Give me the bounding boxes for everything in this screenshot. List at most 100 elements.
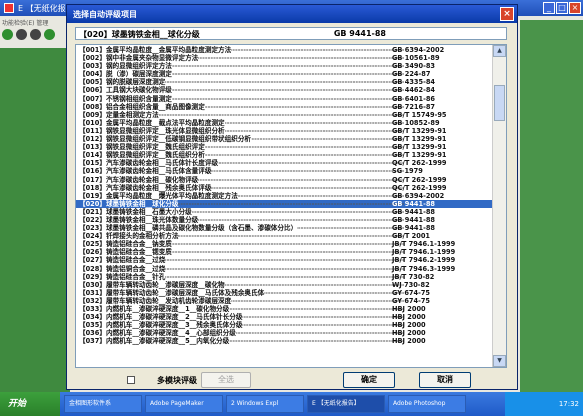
multi-select-checkbox[interactable] (127, 376, 135, 384)
item-standard: GY 674-75 (392, 288, 431, 297)
window-controls: _ □ × (543, 2, 581, 14)
scroll-down-icon[interactable]: ▼ (493, 355, 506, 367)
list-item[interactable]: ----------------------------------------… (76, 264, 494, 273)
item-label: 【022】球墨铸铁金相__珠光体数量分级 (79, 215, 199, 224)
task-item[interactable]: 2 Windows Expl (226, 395, 304, 413)
item-label: 【031】履带车辆转动齿轮__渗碳层深度__马氏体及残余奥氏体 (79, 288, 265, 297)
select-all-button[interactable]: 全选 (201, 372, 251, 388)
ok-button[interactable]: 确定 (343, 372, 395, 388)
task-item[interactable]: 金相图形软件系 (64, 395, 142, 413)
minimize-button[interactable]: _ (543, 2, 555, 14)
scroll-up-icon[interactable]: ▲ (493, 45, 506, 57)
list-item[interactable]: ----------------------------------------… (76, 305, 494, 313)
item-standard: GB 224-87 (392, 70, 431, 79)
list-item[interactable]: ----------------------------------------… (76, 126, 494, 135)
item-standard: HBJ 2000 (392, 321, 426, 330)
item-standard: WJ 730-82 (392, 280, 430, 289)
list-item[interactable]: ----------------------------------------… (76, 175, 494, 184)
item-standard: QC/T 262-1999 (392, 175, 447, 184)
item-label: 【029】铸造铝硅合金__针孔 (79, 272, 166, 281)
item-label: 【009】定量金相测定方法 (79, 110, 159, 119)
item-standard: JB/T 7946.1-1999 (392, 248, 456, 257)
item-label: 【024】钎焊接头的金相分析方法 (79, 232, 179, 241)
image-area-left (0, 48, 70, 392)
record-icon[interactable] (16, 28, 27, 40)
list-items: ----------------------------------------… (76, 46, 494, 346)
list-item[interactable]: ----------------------------------------… (76, 296, 494, 305)
stop-icon[interactable] (30, 28, 41, 40)
list-item[interactable]: ----------------------------------------… (76, 313, 494, 322)
item-label: 【037】内燃机车__渗碳淬硬深度__5__内氧化分级 (79, 337, 230, 346)
list-item[interactable]: ----------------------------------------… (76, 337, 494, 346)
item-label: 【032】履带车辆转动齿轮__发动机齿轮渗碳层深度 (79, 296, 232, 305)
capture-icon[interactable] (44, 28, 55, 40)
list-item[interactable]: ----------------------------------------… (76, 86, 494, 95)
item-standard: GB 4335-84 (392, 78, 435, 87)
item-standard: JB/T 7946.1-1999 (392, 240, 456, 249)
list-item[interactable]: ----------------------------------------… (76, 224, 494, 233)
scroll-thumb[interactable] (494, 85, 505, 121)
item-label: 【017】汽车渗碳齿轮金相__碳化物评级 (79, 175, 199, 184)
list-item[interactable]: ----------------------------------------… (76, 118, 494, 127)
list-item[interactable]: ----------------------------------------… (76, 191, 494, 200)
task-item[interactable]: Adobe PageMaker (145, 395, 223, 413)
item-standard: GB/T 13299-91 (392, 126, 447, 135)
forward-icon[interactable] (2, 28, 13, 40)
list-item[interactable]: ----------------------------------------… (76, 143, 494, 152)
item-label: 【020】球墨铸铁金相__球化分级 (79, 199, 179, 208)
dialog-titlebar: 选择自动评级项目 × (67, 5, 517, 23)
maximize-button[interactable]: □ (556, 2, 568, 14)
item-standard: GB/T 2001 (392, 232, 430, 241)
item-standard: GB 6394-2002 (392, 46, 445, 54)
item-standard: GB 9441-88 (392, 224, 435, 233)
dialog-footer: 多模块评级 全选 确定 取消 (103, 372, 511, 388)
list-item[interactable]: ----------------------------------------… (76, 102, 494, 111)
item-standard: HBJ 2000 (392, 305, 426, 313)
list-scrollbar[interactable]: ▲ ▼ (492, 45, 506, 367)
item-standard: GB/T 13299-91 (392, 135, 447, 144)
selected-item-display: 【020】球墨铸铁金相__球化分级 GB 9441-88 (75, 27, 507, 40)
rating-item-list[interactable]: ----------------------------------------… (75, 44, 507, 368)
list-item[interactable]: ----------------------------------------… (76, 183, 494, 192)
list-item[interactable]: ----------------------------------------… (76, 54, 494, 63)
item-standard: GB 3490-83 (392, 62, 435, 71)
list-item-selected[interactable]: ----------------------------------------… (76, 199, 494, 208)
item-label: 【003】钢的显微组织评定方法 (79, 62, 172, 71)
list-item[interactable]: ----------------------------------------… (76, 135, 494, 144)
item-label: 【021】球墨铸铁金相__石墨大小分级 (79, 207, 192, 216)
item-label: 【018】汽车渗碳齿轮金相__残余奥氏体评级 (79, 183, 212, 192)
item-standard: GB 7216-87 (392, 102, 435, 111)
item-standard: GB/T 13299-91 (392, 151, 447, 160)
taskbar-tasks: 金相图形软件系 Adobe PageMaker 2 Windows Expl E… (64, 395, 466, 413)
list-item[interactable]: ----------------------------------------… (76, 167, 494, 176)
taskbar: 开始 金相图形软件系 Adobe PageMaker 2 Windows Exp… (0, 392, 583, 416)
list-item[interactable]: ----------------------------------------… (76, 94, 494, 103)
list-item[interactable]: ----------------------------------------… (76, 272, 494, 281)
close-button[interactable]: × (569, 2, 581, 14)
item-label: 【010】金属平均晶粒度__截点法平均晶粒度测定 (79, 118, 225, 127)
item-standard: GB 6394-2002 (392, 191, 445, 200)
list-item[interactable]: ----------------------------------------… (76, 280, 494, 289)
item-standard: GB 6401-86 (392, 94, 435, 103)
task-item-active[interactable]: E 【无纸化报告】 (307, 395, 385, 413)
item-standard: GY 674-75 (392, 296, 431, 305)
list-item[interactable]: ----------------------------------------… (76, 207, 494, 216)
multi-select-label: 多模块评级 (157, 376, 197, 385)
item-standard: GB/T 15749-95 (392, 110, 447, 119)
list-item[interactable]: ----------------------------------------… (76, 288, 494, 297)
task-item[interactable]: Adobe Photoshop (388, 395, 466, 413)
item-standard: GB 9441-88 (392, 207, 435, 216)
list-item[interactable]: ----------------------------------------… (76, 215, 494, 224)
cancel-button[interactable]: 取消 (419, 372, 471, 388)
item-label: 【012】钢铁显微组织评定__低碳钢显微组织带状组织分析 (79, 135, 252, 144)
system-tray-clock[interactable]: 17:32 (505, 392, 583, 416)
list-item[interactable]: ----------------------------------------… (76, 256, 494, 265)
start-button[interactable]: 开始 (0, 392, 60, 416)
menu-bar[interactable]: 功能检验(E) 管理 (2, 18, 62, 26)
dialog-close-button[interactable]: × (500, 7, 514, 21)
item-standard: GB/T 13299-91 (392, 143, 447, 152)
image-area-right (520, 20, 583, 392)
list-item[interactable]: ----------------------------------------… (76, 46, 494, 54)
item-label: 【035】内燃机车__渗碳淬硬深度__3__残余奥氏体分级 (79, 321, 243, 330)
list-item[interactable]: ----------------------------------------… (76, 110, 494, 119)
